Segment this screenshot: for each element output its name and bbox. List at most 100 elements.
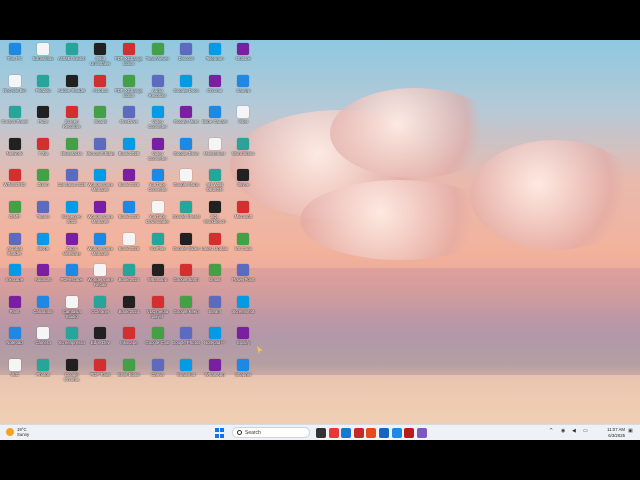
desktop-icon[interactable]: Calculator: [30, 294, 57, 325]
desktop-icon[interactable]: This PC: [1, 41, 28, 72]
desktop-icon[interactable]: Gmail: [201, 262, 228, 293]
desktop-icon[interactable]: Photos: [30, 357, 57, 388]
desktop-icon[interactable]: Putty: [30, 104, 57, 135]
desktop-icon[interactable]: Bluestacks: [58, 136, 85, 167]
pdf-app-icon[interactable]: [353, 428, 364, 438]
desktop-icon[interactable]: Screenpresso: [58, 325, 85, 356]
desktop-icon[interactable]: Google Chat: [144, 325, 171, 356]
desktop-icon[interactable]: Book 2025: [115, 136, 142, 167]
desktop-icon[interactable]: Audio Recorder: [144, 73, 171, 104]
desktop-icon[interactable]: Google Sheets: [172, 199, 200, 230]
desktop-icon[interactable]: SQL Workbench: [201, 199, 228, 230]
desktop-icon[interactable]: Book 2025: [115, 231, 142, 262]
desktop-icon[interactable]: Adobe Reader: [58, 73, 86, 104]
battery-icon[interactable]: ▭: [583, 428, 588, 434]
desktop-icon[interactable]: Google Docs: [173, 73, 200, 104]
desktop-icon[interactable]: Wondershare Manager: [87, 167, 114, 198]
desktop-icon[interactable]: Snagit: [87, 104, 114, 135]
desktop-icon[interactable]: Network: [1, 136, 28, 167]
desktop-icon[interactable]: EdrawMax: [30, 41, 57, 72]
wondershare-icon[interactable]: [379, 428, 389, 438]
desktop-icon[interactable]: VS Code: [230, 231, 257, 262]
desktop-icon[interactable]: Edge Canary: [201, 104, 228, 135]
taskbar-search[interactable]: Search: [232, 427, 310, 438]
desktop-icon[interactable]: Book 2025: [115, 167, 142, 198]
desktop-icon[interactable]: PDF-XChange Editor: [115, 41, 143, 72]
desktop-icon[interactable]: Skype: [30, 231, 57, 262]
desktop-icon[interactable]: VLC media player: [144, 294, 171, 325]
desktop-icon[interactable]: Edge Dev: [87, 325, 114, 356]
desktop-icon[interactable]: PDFescape: [58, 262, 85, 293]
desktop-icon[interactable]: Inkscape: [115, 325, 142, 356]
desktop-icon[interactable]: YouPlay: [144, 231, 171, 262]
word-icon[interactable]: [391, 428, 402, 438]
acrobat-icon[interactable]: [404, 428, 415, 438]
desktop-icon[interactable]: Wondershare Repair: [87, 262, 114, 293]
desktop-icon[interactable]: PowerPoint: [230, 262, 257, 293]
desktop-icon[interactable]: Camtasia Studio: [58, 294, 85, 325]
desktop-icon[interactable]: Video Converter: [144, 104, 171, 135]
desktop-icon[interactable]: YouTube Converter: [144, 167, 171, 198]
desktop-icon[interactable]: Google Meet: [173, 104, 200, 135]
desktop-icon[interactable]: Camtasia 2025: [57, 167, 86, 198]
desktop-icon[interactable]: WINWORD: [1, 167, 28, 198]
weather-widget[interactable]: 19°C Sunny: [6, 427, 29, 437]
start-button[interactable]: [215, 428, 225, 438]
desktop-icon[interactable]: Book 2025: [115, 199, 142, 230]
desktop-icon[interactable]: Notepad: [1, 325, 28, 356]
desktop-icon[interactable]: Notepad++: [201, 325, 228, 356]
desktop-icon[interactable]: WhatsApp: [201, 357, 228, 388]
desktop-icon[interactable]: Spotify: [230, 325, 257, 356]
desktop-icon[interactable]: Wondershare Manager: [87, 199, 114, 230]
desktop-icon[interactable]: Chrome: [201, 73, 228, 104]
edge-icon[interactable]: [341, 428, 352, 438]
desktop-icon[interactable]: Google Slides: [173, 231, 200, 262]
desktop-icon[interactable]: Snapshot: [173, 357, 200, 388]
clock[interactable]: 11:07 AM 6/3/2025: [601, 427, 625, 438]
desktop-icon[interactable]: PDF-XChange Editor: [115, 73, 143, 104]
desktop-icon[interactable]: Acrobat: [87, 73, 114, 104]
desktop-icon[interactable]: 7-Zip: [30, 136, 57, 167]
desktop-icon[interactable]: AR WEB DESIGN: [201, 167, 228, 198]
desktop-icon[interactable]: Viber: [230, 104, 257, 135]
desktop-icon[interactable]: Acrobat Reader: [1, 231, 28, 262]
desktop-icon[interactable]: TeamViewer: [144, 41, 171, 72]
desktop-icon[interactable]: YouTube Downloader: [144, 199, 171, 230]
desktop-icon[interactable]: PDF Tools: [87, 357, 114, 388]
desktop-icon[interactable]: Screen Recorder: [58, 104, 85, 135]
desktop-icon[interactable]: VLC: [1, 357, 28, 388]
volume-icon[interactable]: ◀: [572, 428, 576, 434]
desktop-icon[interactable]: Whatsapp: [144, 262, 171, 293]
desktop-icon[interactable]: Google Photos: [172, 325, 200, 356]
desktop-icon[interactable]: Google Keep: [173, 294, 200, 325]
desktop-icon[interactable]: Style Editor: [115, 357, 142, 388]
desktop-icon[interactable]: Camera: [30, 325, 57, 356]
notification-icon[interactable]: ▣: [628, 428, 633, 434]
desktop-icon[interactable]: Word Editor: [230, 136, 257, 167]
chrome-icon[interactable]: [328, 428, 339, 438]
desktop-icon[interactable]: Screenshot: [230, 294, 257, 325]
viber-icon[interactable]: [416, 428, 427, 438]
desktop-icon[interactable]: Latest Update: [201, 231, 228, 262]
desktop-icon[interactable]: AOMEI Switch: [58, 41, 86, 72]
desktop-icon[interactable]: OneDrive: [115, 104, 142, 135]
desktop-icon[interactable]: Audacity: [30, 262, 57, 293]
desktop-icon[interactable]: Skype: [230, 167, 257, 198]
desktop-icon[interactable]: Snapper: [230, 357, 257, 388]
desktop-icon[interactable]: Zoom Meetings: [58, 231, 85, 262]
desktop-icon[interactable]: FileZilla: [30, 73, 57, 104]
desktop-icon[interactable]: Canva: [144, 357, 171, 388]
desktop-icon[interactable]: Google Drive: [173, 136, 200, 167]
desktop-icon[interactable]: Outlook: [230, 41, 257, 72]
desktop-icon[interactable]: Inkscape: [1, 262, 28, 293]
tray-overflow-icon[interactable]: ^: [549, 428, 553, 434]
desktop-icon[interactable]: Discord: [173, 41, 200, 72]
desktop-icon[interactable]: Google Maps: [173, 167, 200, 198]
desktop-icon[interactable]: IOBit Uninstaller: [87, 41, 114, 72]
wps-icon[interactable]: [366, 428, 377, 438]
desktop-icon[interactable]: CCleaner: [87, 294, 114, 325]
desktop-icon[interactable]: Google Earth: [173, 262, 200, 293]
desktop-icon[interactable]: Screenrec 2025: [58, 199, 85, 230]
desktop-icon[interactable]: Wondershare Manager: [87, 231, 114, 262]
network-icon[interactable]: ◉: [561, 428, 565, 434]
